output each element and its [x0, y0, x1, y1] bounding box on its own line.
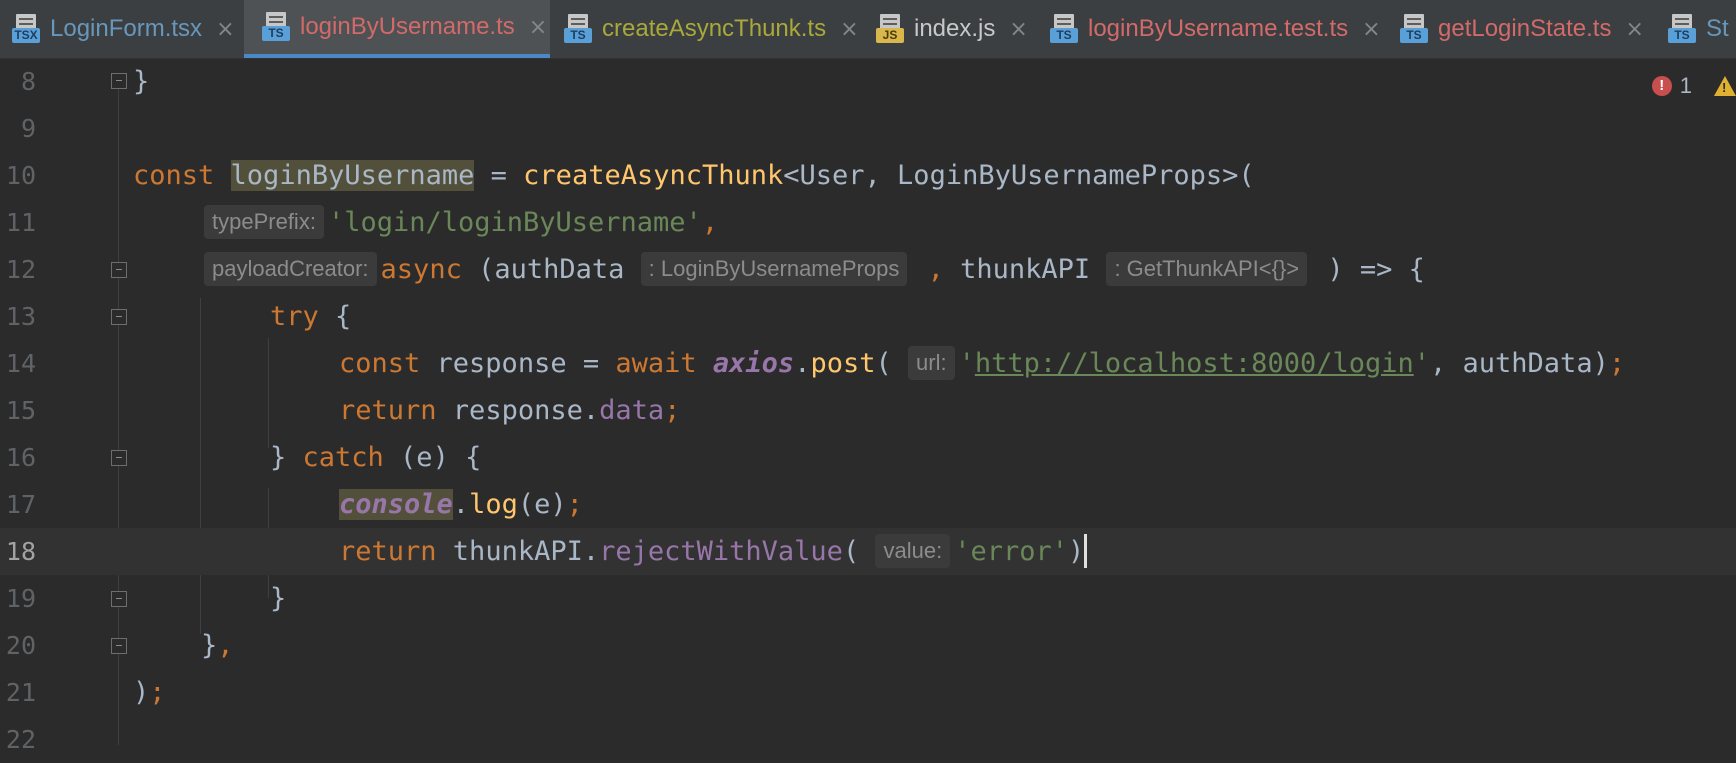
code-text: try { [270, 301, 352, 332]
code-line: 8 } [0, 58, 1736, 105]
error-icon: ! [1651, 76, 1672, 96]
line-number: 18 [5, 537, 36, 566]
tab-label: index.js [914, 15, 996, 42]
code-text: const response = await axios.post( url: '… [339, 340, 1625, 387]
code-line: 11 typePrefix:'login/loginByUsername', [0, 199, 1736, 246]
code-editor[interactable]: 8 } 9 10 const loginByUsername = createA… [0, 58, 1736, 754]
text-cursor [1084, 533, 1088, 568]
code-line: 16 } catch (e) { [0, 434, 1736, 481]
code-line: 20 }, [0, 622, 1736, 669]
type-hint: : GetThunkAPI<{}> [1106, 251, 1308, 286]
line-number: 17 [5, 490, 36, 519]
type-hint: : LoginByUsernameProps [640, 251, 908, 286]
url-link[interactable]: http://localhost:8000/login [975, 348, 1414, 379]
parameter-hint: typePrefix: [204, 204, 324, 239]
tab-loginform-tsx[interactable]: TSX LoginForm.tsx × [12, 0, 236, 58]
error-squiggle [1087, 556, 1095, 560]
code-line: 14 const response = await axios.post( ur… [0, 340, 1736, 387]
code-line: 17 console.log(e); [0, 481, 1736, 528]
code-text: }, [201, 630, 234, 661]
parameter-hint: value: [875, 533, 951, 568]
ts-file-icon: TS [1050, 14, 1078, 44]
code-text: } catch (e) { [270, 442, 482, 473]
tab-label: St [1706, 15, 1729, 42]
fold-marker-icon[interactable] [111, 638, 127, 654]
tab-label: loginByUsername.test.ts [1088, 15, 1349, 42]
fold-marker-icon[interactable] [111, 450, 127, 466]
line-number: 14 [5, 349, 36, 378]
ts-file-icon: TS [262, 12, 290, 42]
code-text: typePrefix:'login/loginByUsername', [204, 199, 718, 246]
code-text: } [133, 66, 150, 97]
code-line: 22 [0, 716, 1736, 763]
line-number: 19 [5, 584, 36, 613]
line-number: 21 [5, 678, 36, 707]
code-line: 15 return response.data; [0, 387, 1736, 434]
tab-label: LoginForm.tsx [50, 15, 203, 42]
tab-st-ts[interactable]: TS St [1668, 0, 1736, 58]
tab-label: createAsyncThunk.ts [602, 15, 827, 42]
tab-close-icon[interactable]: × [1625, 17, 1643, 42]
line-number: 8 [20, 67, 36, 96]
line-number: 9 [20, 114, 36, 143]
tab-close-icon[interactable]: × [1009, 17, 1027, 42]
code-line: 19 } [0, 575, 1736, 622]
code-text: console.log(e); [339, 489, 583, 520]
tab-createasyncthunk-ts[interactable]: TS createAsyncThunk.ts × [564, 0, 859, 58]
code-line: 21 ); [0, 669, 1736, 716]
code-line: 10 const loginByUsername = createAsyncTh… [0, 152, 1736, 199]
tab-close-icon[interactable]: × [840, 17, 858, 42]
tab-label: getLoginState.ts [1438, 15, 1612, 42]
line-number: 16 [5, 443, 36, 472]
code-text: return thunkAPI.rejectWithValue( value: '… [339, 528, 1095, 575]
tab-index-js[interactable]: JS index.js × [876, 0, 1036, 58]
tab-close-icon[interactable]: × [1362, 17, 1380, 42]
code-text: payloadCreator: async (authData : LoginBy… [204, 246, 1425, 293]
editor-tab-bar: TSX LoginForm.tsx × TS loginByUsername.t… [0, 0, 1736, 59]
line-number: 15 [5, 396, 36, 425]
error-count: 1 [1679, 73, 1692, 98]
tab-close-icon[interactable]: × [216, 17, 234, 42]
parameter-hint: payloadCreator: [204, 251, 377, 286]
code-text: return response.data; [339, 395, 681, 426]
line-number: 13 [5, 302, 36, 331]
fold-marker-icon[interactable] [111, 591, 127, 607]
inspection-widget[interactable]: ! 1 ! [1651, 66, 1736, 106]
line-number: 11 [5, 208, 36, 237]
tab-loginbyusername-test-ts[interactable]: TS loginByUsername.test.ts × [1050, 0, 1390, 58]
tsx-file-icon: TSX [12, 14, 40, 44]
fold-marker-icon[interactable] [111, 309, 127, 325]
ts-file-icon: TS [1668, 14, 1696, 44]
line-number: 12 [5, 255, 36, 284]
ts-file-icon: TS [1400, 14, 1428, 44]
line-number: 20 [5, 631, 36, 660]
code-line: 13 try { [0, 293, 1736, 340]
code-text: const loginByUsername = createAsyncThunk… [133, 160, 1255, 191]
fold-marker-icon[interactable] [111, 262, 127, 278]
line-number: 22 [5, 725, 36, 754]
code-text: ); [133, 677, 166, 708]
ts-file-icon: TS [564, 14, 592, 44]
code-text: } [270, 583, 287, 614]
tab-loginbyusername-ts[interactable]: TS loginByUsername.ts × [244, 0, 550, 58]
tab-close-icon[interactable]: × [529, 15, 547, 40]
code-line-current: 18 return thunkAPI.rejectWithValue( valu… [0, 528, 1736, 575]
code-line: 12 payloadCreator: async (authData : Logi… [0, 246, 1736, 293]
line-number: 10 [5, 161, 36, 190]
js-file-icon: JS [876, 14, 904, 44]
parameter-hint: url: [908, 345, 955, 380]
tab-getloginstate-ts[interactable]: TS getLoginState.ts × [1400, 0, 1644, 58]
highlighted-identifier: loginByUsername [230, 160, 475, 191]
code-line: 9 [0, 105, 1736, 152]
fold-marker-icon[interactable] [111, 73, 127, 89]
warning-icon: ! [1714, 76, 1736, 96]
tab-label: loginByUsername.ts [300, 13, 515, 40]
